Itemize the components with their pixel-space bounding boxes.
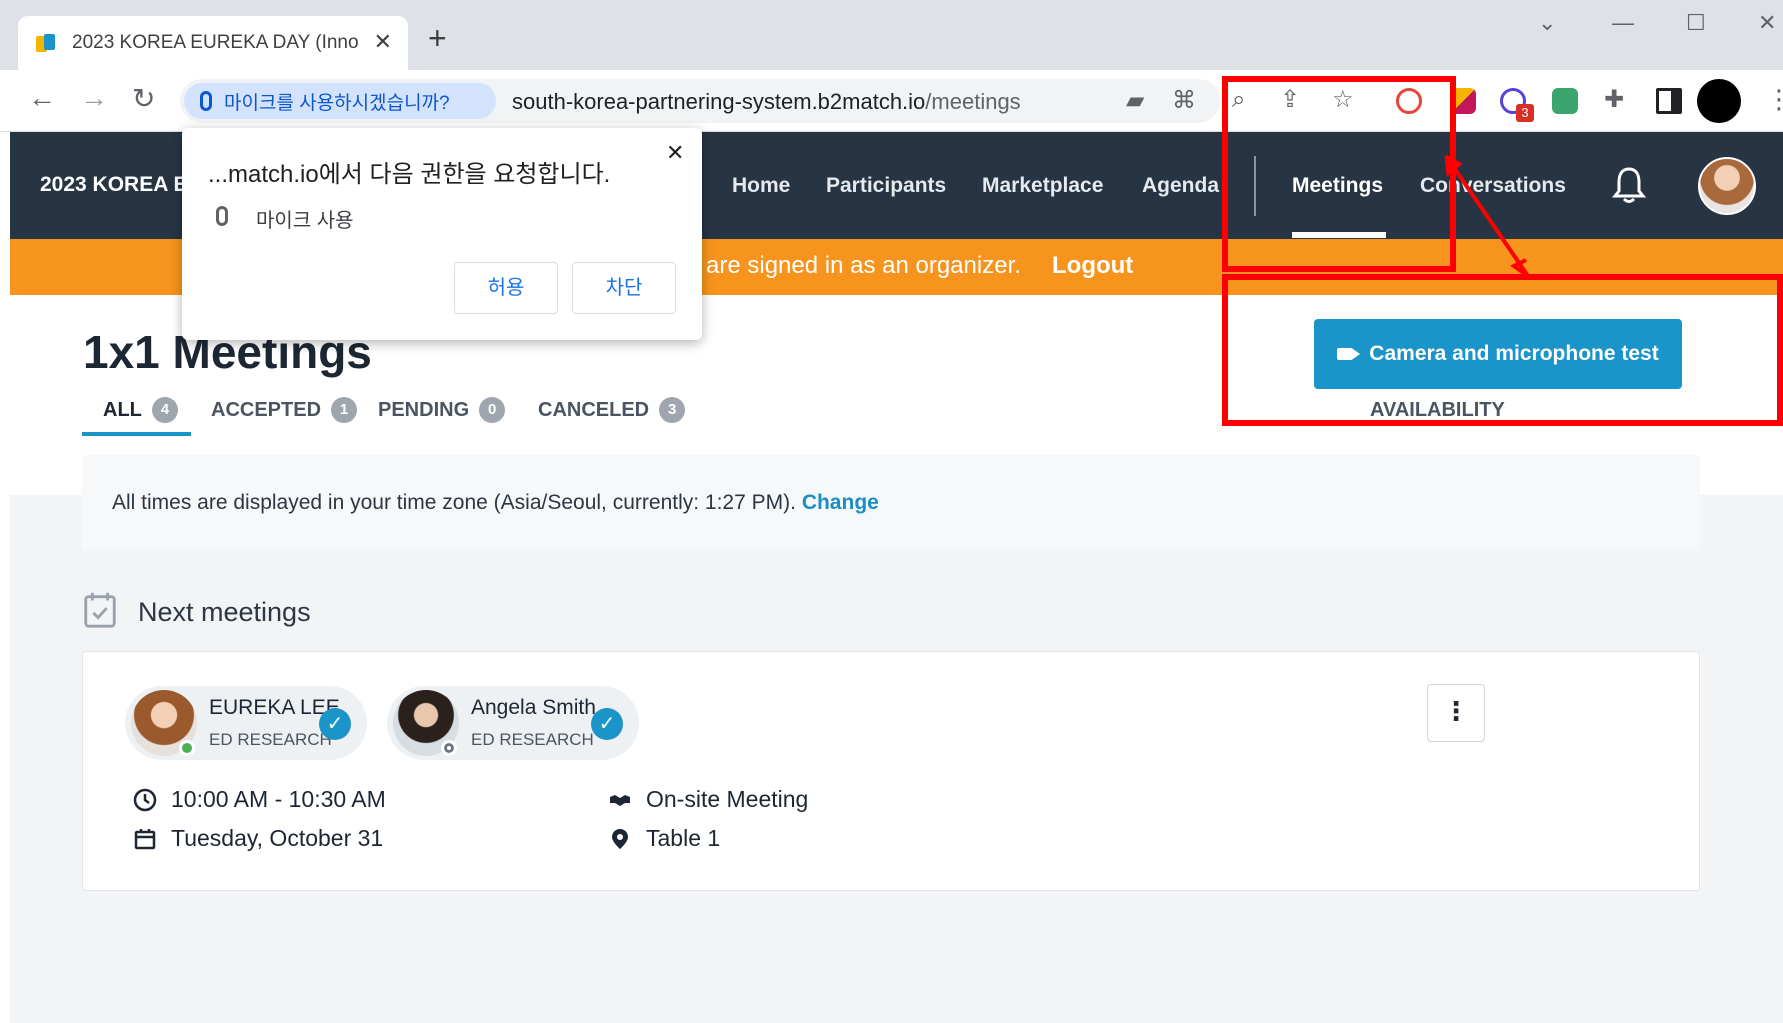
meeting-location-row: Table 1 bbox=[608, 825, 720, 852]
participant-name: Angela Smith bbox=[471, 696, 596, 719]
participant-chip[interactable]: EUREKA LEE ED RESEARCH ✓ bbox=[125, 686, 367, 760]
online-status-dot bbox=[179, 740, 195, 756]
mic-permission-chip[interactable]: 마이크를 사용하시겠습니까? bbox=[184, 83, 496, 119]
side-panel-icon[interactable] bbox=[1656, 88, 1682, 114]
nav-agenda[interactable]: Agenda bbox=[1142, 174, 1219, 198]
meeting-type: On-site Meeting bbox=[646, 786, 809, 812]
notification-bell-icon[interactable] bbox=[1612, 166, 1646, 204]
tab-all[interactable]: ALL 4 bbox=[103, 397, 178, 423]
microphone-icon bbox=[200, 91, 212, 111]
popup-title: ...match.io에서 다음 권한을 요청합니다. bbox=[208, 161, 611, 188]
mic-chip-label: 마이크를 사용하시겠습니까? bbox=[224, 92, 450, 114]
translate-icon[interactable]: ⌘ bbox=[1172, 89, 1196, 113]
participant-org: ED RESEARCH bbox=[471, 730, 594, 749]
tab-all-count: 4 bbox=[151, 397, 178, 423]
close-window-icon[interactable]: ✕ bbox=[1758, 10, 1776, 36]
meeting-date-row: Tuesday, October 31 bbox=[133, 825, 383, 852]
reload-icon[interactable]: ↻ bbox=[132, 82, 155, 115]
nav-participants[interactable]: Participants bbox=[826, 174, 946, 198]
next-meetings-heading: Next meetings bbox=[138, 597, 311, 627]
browser-profile-avatar[interactable] bbox=[1697, 79, 1741, 123]
participant-chip[interactable]: Angela Smith ED RESEARCH ✓ bbox=[387, 686, 639, 760]
active-tab-indicator bbox=[82, 432, 191, 436]
tab-canceled[interactable]: CANCELED 3 bbox=[538, 397, 686, 423]
nav-home[interactable]: Home bbox=[732, 174, 790, 198]
calendar-check-icon bbox=[84, 592, 116, 628]
tab-all-label: ALL bbox=[103, 398, 142, 421]
maximize-icon[interactable]: ☐ bbox=[1686, 10, 1706, 36]
tab-close-icon[interactable]: ✕ bbox=[374, 29, 392, 55]
handshake-icon bbox=[610, 794, 630, 806]
annotation-box-camera-test bbox=[1222, 274, 1783, 426]
url-host: south-korea-partnering-system.b2match.io bbox=[512, 89, 926, 114]
browser-tab[interactable]: 2023 KOREA EUREKA DAY (Inno ✕ bbox=[18, 16, 408, 70]
forward-icon[interactable]: → bbox=[80, 82, 108, 114]
extension-badge: 3 bbox=[1516, 104, 1534, 122]
browser-menu-icon[interactable]: ⋮ bbox=[1766, 84, 1783, 115]
meeting-time: 10:00 AM - 10:30 AM bbox=[171, 786, 386, 812]
confirmed-check-icon: ✓ bbox=[319, 708, 351, 740]
site-favicon-icon bbox=[36, 32, 58, 54]
clock-icon bbox=[133, 788, 157, 811]
organizer-notice: are signed in as an organizer. bbox=[706, 252, 1021, 279]
meeting-date: Tuesday, October 31 bbox=[171, 825, 384, 851]
tab-search-chevron-icon[interactable]: ⌄ bbox=[1538, 10, 1556, 36]
logout-link[interactable]: Logout bbox=[1052, 252, 1133, 280]
participant-org: ED RESEARCH bbox=[209, 730, 332, 749]
timezone-text: All times are displayed in your time zon… bbox=[112, 491, 796, 514]
tab-canceled-label: CANCELED bbox=[538, 398, 650, 421]
location-pin-icon bbox=[612, 828, 628, 849]
tab-pending-count: 0 bbox=[479, 397, 506, 423]
meeting-time-row: 10:00 AM - 10:30 AM bbox=[133, 786, 386, 813]
timezone-change-link[interactable]: Change bbox=[802, 491, 879, 514]
tab-accepted-count: 1 bbox=[331, 397, 358, 423]
browser-toolbar: ← → ↻ 마이크를 사용하시겠습니까? south-korea-partner… bbox=[0, 70, 1783, 132]
tab-accepted[interactable]: ACCEPTED 1 bbox=[211, 397, 358, 423]
confirmed-check-icon: ✓ bbox=[591, 708, 623, 740]
browser-window: 2023 KOREA EUREKA DAY (Inno ✕ + ⌄ — ☐ ✕ … bbox=[0, 0, 1783, 1023]
tab-title: 2023 KOREA EUREKA DAY (Inno bbox=[72, 32, 359, 53]
timezone-text-row: All times are displayed in your time zon… bbox=[112, 491, 879, 515]
mic-permission-popup: ...match.io에서 다음 권한을 요청합니다. ✕ 마이크 사용 허용 … bbox=[182, 128, 702, 340]
extension-green-icon[interactable] bbox=[1552, 88, 1578, 114]
offline-status-dot bbox=[441, 740, 457, 756]
meeting-type-row: On-site Meeting bbox=[608, 786, 808, 813]
tab-strip: 2023 KOREA EUREKA DAY (Inno ✕ + ⌄ — ☐ ✕ bbox=[0, 0, 1783, 70]
timezone-notice: All times are displayed in your time zon… bbox=[82, 455, 1700, 551]
address-bar[interactable]: 마이크를 사용하시겠습니까? south-korea-partnering-sy… bbox=[180, 79, 1220, 123]
block-button[interactable]: 차단 bbox=[572, 262, 676, 314]
back-icon[interactable]: ← bbox=[28, 82, 56, 114]
url-path: /meetings bbox=[925, 89, 1021, 114]
annotation-box-toolbar bbox=[1222, 76, 1456, 272]
annotation-arrow-icon bbox=[1444, 154, 1530, 278]
meeting-card[interactable]: EUREKA LEE ED RESEARCH ✓ Angela Smith ED… bbox=[82, 651, 1700, 891]
nav-marketplace[interactable]: Marketplace bbox=[982, 174, 1103, 198]
tab-canceled-count: 3 bbox=[659, 397, 686, 423]
minimize-icon[interactable]: — bbox=[1612, 10, 1634, 36]
camera-blocked-icon[interactable]: ▰ bbox=[1126, 89, 1144, 113]
tab-pending[interactable]: PENDING 0 bbox=[378, 397, 506, 423]
extensions-puzzle-icon[interactable]: ✚ bbox=[1604, 88, 1624, 112]
url-text[interactable]: south-korea-partnering-system.b2match.io… bbox=[512, 89, 1021, 115]
meeting-options-button[interactable]: ⋮ bbox=[1427, 684, 1485, 742]
meeting-location: Table 1 bbox=[646, 825, 721, 851]
popup-microphone-icon bbox=[216, 206, 228, 226]
popup-permission-item: 마이크 사용 bbox=[256, 210, 354, 232]
tab-accepted-label: ACCEPTED bbox=[211, 398, 322, 421]
user-avatar[interactable] bbox=[1698, 157, 1756, 215]
allow-button[interactable]: 허용 bbox=[454, 262, 558, 314]
new-tab-button[interactable]: + bbox=[428, 22, 447, 54]
calendar-icon bbox=[134, 828, 156, 849]
popup-close-icon[interactable]: ✕ bbox=[666, 140, 684, 166]
event-brand[interactable]: 2023 KOREA EU bbox=[40, 173, 203, 197]
tab-pending-label: PENDING bbox=[378, 398, 470, 421]
